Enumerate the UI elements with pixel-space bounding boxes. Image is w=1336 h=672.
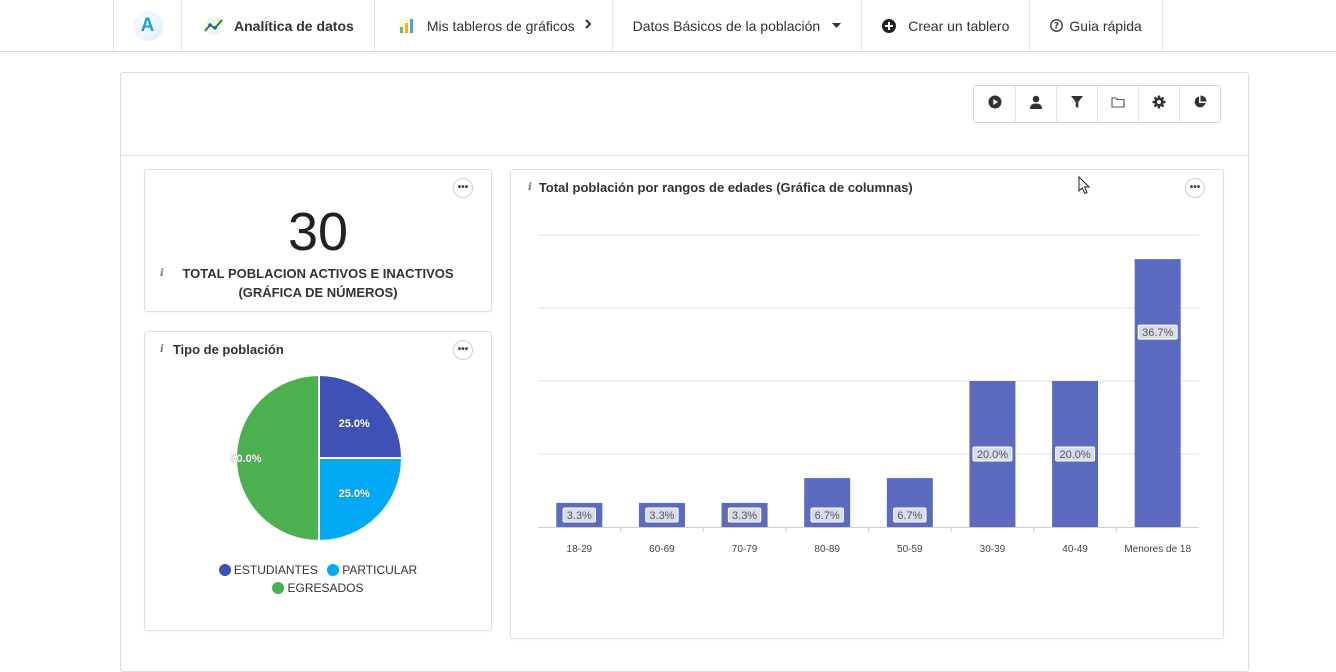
pie-widget-title: Tipo de población [172, 342, 284, 357]
play-button[interactable] [974, 86, 1015, 122]
user-button[interactable] [1015, 86, 1056, 122]
play-icon [988, 95, 1002, 114]
total-population-value: 30 [287, 202, 349, 262]
folder-icon [1111, 95, 1125, 113]
number-widget-more-button[interactable]: ••• [453, 178, 473, 198]
pie-widget-more-button[interactable]: ••• [453, 340, 473, 360]
user-icon [1029, 95, 1043, 114]
chart-type-button[interactable] [1179, 86, 1220, 122]
info-icon[interactable]: i [160, 344, 164, 355]
dashboard-toolbar [973, 85, 1221, 123]
data-label-60-69: 3.3% [649, 510, 674, 522]
nav-items: A Analítica de datos Mis tableros de grá… [113, 0, 1163, 51]
data-label-18-29: 3.3% [567, 510, 592, 522]
nav-analitica-label: Analítica de datos [234, 17, 354, 34]
pie-legend-row2: EGRESADOS [145, 581, 491, 597]
x-tick-label-80-89: 80-89 [814, 544, 840, 555]
settings-button[interactable] [1138, 86, 1179, 122]
top-navbar: A Analítica de datos Mis tableros de grá… [0, 0, 1336, 52]
legend-dot-estudiantes [218, 564, 231, 576]
gear-icon [1152, 95, 1166, 114]
nav-crear-tablero[interactable]: Crear un tablero [861, 0, 1029, 51]
logo-icon: A [132, 10, 163, 41]
mouse-cursor-icon [1078, 175, 1091, 200]
nav-dashboard-selector[interactable]: Datos Básicos de la población [611, 0, 862, 51]
x-tick-label-70-79: 70-79 [732, 544, 758, 555]
dashboard-header [121, 73, 1248, 156]
legend-dot-egresados [272, 582, 285, 594]
x-tick-label-30-39: 30-39 [980, 544, 1006, 555]
nav-guia-rapida-label: Guia rápida [1069, 17, 1142, 34]
plus-circle-icon [882, 18, 897, 33]
bar-chart-icon [395, 16, 419, 36]
nav-crear-tablero-label: Crear un tablero [908, 17, 1010, 34]
legend-label-egresados: EGRESADOS [287, 581, 364, 595]
total-population-label-line1: TOTAL POBLACION ACTIVOS E INACTIVOS [182, 266, 454, 281]
x-tick-label-50-59: 50-59 [897, 544, 923, 555]
pie-legend-row1: ESTUDIANTES PARTICULAR [145, 563, 491, 579]
caret-down-icon [832, 20, 842, 32]
pie-slice-estudiantes[interactable] [318, 373, 404, 459]
bar-menores-de-18[interactable] [1134, 259, 1181, 527]
legend-label-estudiantes: ESTUDIANTES [233, 563, 318, 577]
nav-dashboard-label: Datos Básicos de la población [632, 17, 821, 34]
data-label-40-49: 20.0% [1059, 449, 1090, 461]
x-tick-label-18-29: 18-29 [567, 544, 593, 555]
legend-dot-particular [327, 564, 340, 576]
svg-text:?: ? [1054, 22, 1059, 32]
pie-label-particular: 25.0% [339, 488, 370, 500]
data-label-menores-de-18: 36.7% [1142, 327, 1173, 339]
folder-button[interactable] [1097, 86, 1138, 122]
pie-widget-header: i Tipo de población [160, 342, 284, 357]
x-tick-label-menores-de-18: Menores de 18 [1124, 544, 1191, 555]
data-label-80-89: 6.7% [815, 510, 840, 522]
line-chart-icon [202, 16, 226, 36]
nav-guia-rapida[interactable]: ? Guia rápida [1029, 0, 1163, 51]
filter-icon [1070, 95, 1084, 114]
legend-item-estudiantes[interactable]: ESTUDIANTES [218, 563, 318, 577]
legend-label-particular: PARTICULAR [342, 563, 418, 577]
data-label-50-59: 6.7% [897, 510, 922, 522]
info-icon[interactable]: i [160, 264, 164, 283]
nav-mis-tableros[interactable]: Mis tableros de gráficos [373, 0, 612, 51]
legend-item-particular[interactable]: PARTICULAR [327, 563, 417, 577]
more-horizontal-icon: ••• [457, 344, 469, 355]
bar-widget: i Total población por rangos de edades (… [510, 169, 1224, 639]
x-tick-label-60-69: 60-69 [649, 544, 675, 555]
pie-chart-icon [1193, 95, 1207, 114]
data-label-30-39: 20.0% [977, 449, 1008, 461]
pie-widget: i Tipo de población ••• 25.0% 25.0% 50.0% … [144, 331, 492, 631]
x-tick-label-40-49: 40-49 [1062, 544, 1088, 555]
nav-analitica[interactable]: Analítica de datos [181, 0, 374, 51]
column-chart: 3.3% 18-29 3.3% 60-69 3.3% 70-79 6.7% 80-89 6.7%… [538, 234, 1199, 555]
nav-mis-tableros-label: Mis tableros de gráficos [426, 17, 575, 34]
number-widget: ••• 30 i TOTAL POBLACION ACTIVOS E INACT… [144, 169, 492, 312]
help-circle-icon: ? [1050, 19, 1064, 32]
filter-button[interactable] [1056, 86, 1097, 122]
app-logo[interactable]: A [113, 0, 181, 51]
more-horizontal-icon: ••• [457, 182, 469, 193]
pie-label-estudiantes: 25.0% [339, 418, 370, 430]
total-population-label: i TOTAL POBLACION ACTIVOS E INACTIVOS (G… [145, 264, 491, 302]
chevron-right-icon [584, 19, 592, 32]
legend-item-egresados[interactable]: EGRESADOS [272, 581, 364, 595]
total-population-label-line2: (GRÁFICA DE NÚMEROS) [238, 285, 398, 300]
pie-label-egresados: 50.0% [230, 453, 261, 465]
data-label-70-79: 3.3% [732, 510, 757, 522]
pie-chart: 25.0% 25.0% 50.0% [230, 373, 404, 543]
